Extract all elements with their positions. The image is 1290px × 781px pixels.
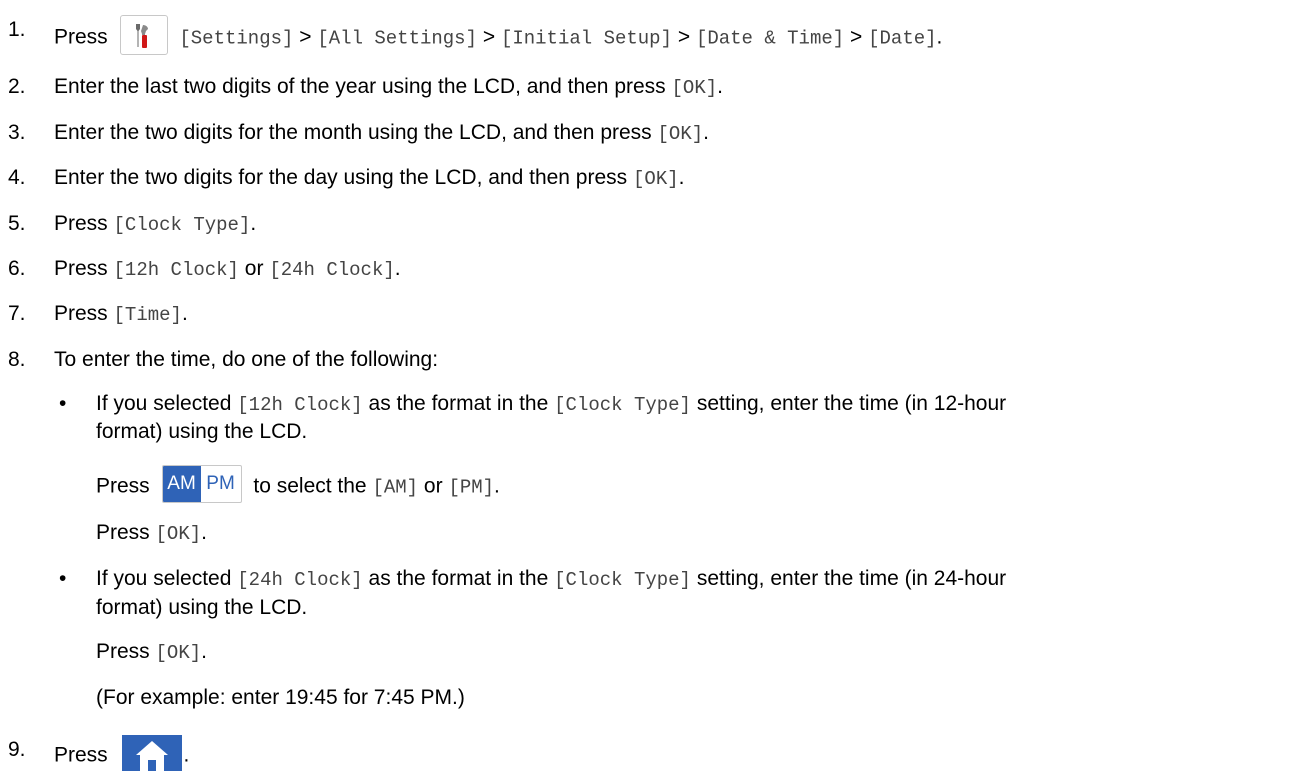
am-pm-toggle-icon: AM PM [161,465,242,503]
step-text: Press [54,25,108,49]
time-code: [Time] [113,304,182,326]
ampm-instruction: Press AM PM to select the [AM] or [PM]. [96,465,500,506]
press-ok-24h: Press [OK]. [96,640,207,664]
pm-label: PM [206,473,235,494]
am-label: AM [162,466,201,502]
menu-path-settings: [Settings] [179,27,294,50]
bullet-12h-line-1: If you selected [12h Clock] as the forma… [96,392,1007,416]
menu-path-date-time: [Date & Time] [695,27,845,50]
settings-tools-icon [135,24,148,48]
home-button-icon [121,735,182,771]
home-icon [135,741,168,771]
clock-type-code: [Clock Type] [113,214,251,236]
menu-path-all-settings: [All Settings] [317,27,477,50]
ok-code: [OK] [633,168,679,190]
example-text: (For example: enter 19:45 for 7:45 PM.) [96,686,465,709]
menu-path-initial-setup: [Initial Setup] [500,27,672,50]
bullet-24h-line-1: If you selected [24h Clock] as the forma… [96,567,1007,591]
12h-clock-code: [12h Clock] [113,259,239,281]
bullet-marker: • [59,567,67,590]
bullet-24h-line-2: format) using the LCD. [96,596,308,619]
24h-clock-code: [24h Clock] [269,259,395,281]
press-ok-12h: Press [OK]. [96,521,207,545]
bullet-12h-line-2: format) using the LCD. [96,420,308,443]
bullet-marker: • [59,392,67,415]
ok-code: [OK] [657,123,704,145]
settings-button-icon [119,15,168,55]
instructions: 1. Press [Settings] > [All Settings] > [… [0,0,1290,781]
menu-path-date: [Date] [868,27,937,50]
ok-code: [OK] [671,77,718,99]
step-number: 1. [8,18,26,41]
